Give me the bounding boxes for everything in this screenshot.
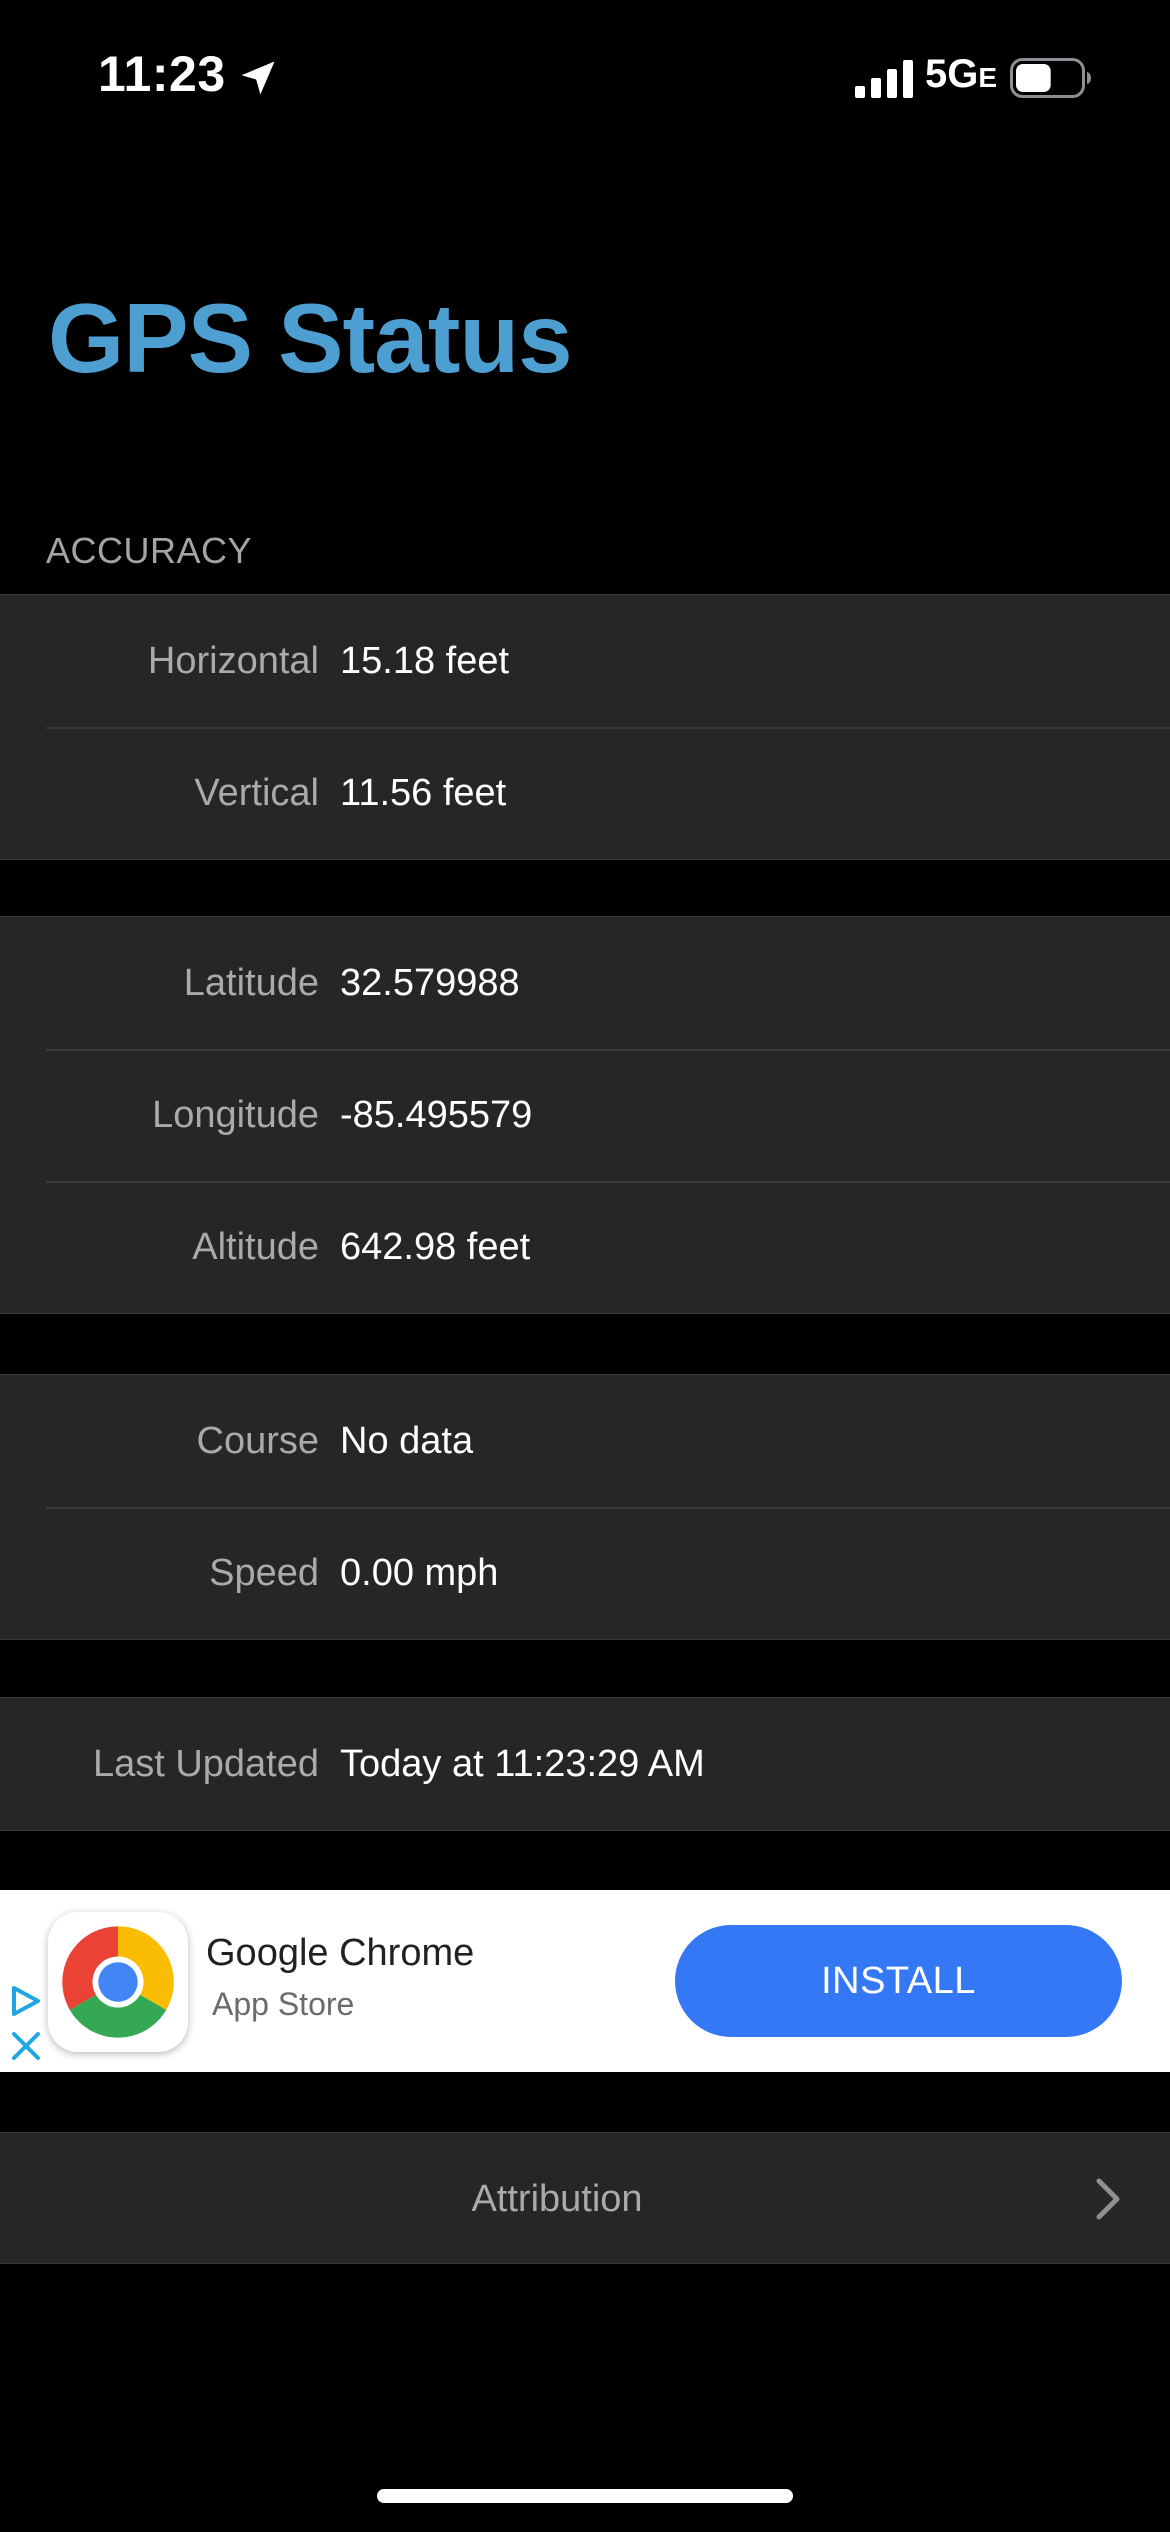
row-label: Horizontal [147, 640, 319, 682]
row-value: No data [340, 1420, 474, 1462]
close-icon[interactable] [8, 2028, 44, 2064]
row-longitude: Longitude -85.495579 [0, 1049, 1170, 1181]
motion-group: Course No data Speed 0.00 mph [0, 1374, 1170, 1640]
row-label: Latitude [183, 962, 319, 1004]
row-value: -85.495579 [340, 1094, 533, 1136]
ad-choices-icon[interactable] [6, 1982, 44, 2020]
row-label: Altitude [192, 1226, 319, 1268]
row-speed: Speed 0.00 mph [0, 1507, 1170, 1639]
row-value: 32.579988 [340, 962, 520, 1004]
battery-icon [1010, 58, 1091, 98]
row-label: Last Updated [92, 1743, 319, 1785]
row-value: 15.18 feet [340, 640, 510, 682]
location-arrow-icon [241, 61, 275, 95]
row-last-updated: Last Updated Today at 11:23:29 AM [0, 1698, 1170, 1830]
ad-banner[interactable]: Google Chrome App Store INSTALL [0, 1890, 1170, 2072]
row-vertical-accuracy: Vertical 11.56 feet [0, 727, 1170, 859]
row-value: 642.98 feet [340, 1226, 531, 1268]
attribution-label: Attribution [471, 2178, 643, 2220]
install-button[interactable]: INSTALL [675, 1925, 1122, 2037]
section-header-accuracy: ACCURACY [46, 530, 253, 571]
network-type: 5GE [925, 52, 997, 97]
attribution-row[interactable]: Attribution [0, 2132, 1170, 2264]
network-suffix: E [978, 62, 998, 93]
row-value: 11.56 feet [340, 772, 507, 814]
cellular-signal-icon [855, 60, 913, 98]
row-label: Vertical [194, 772, 319, 814]
row-label: Longitude [152, 1094, 319, 1136]
page-title: GPS Status [48, 283, 573, 393]
app-icon[interactable] [48, 1912, 188, 2052]
row-value: Today at 11:23:29 AM [340, 1743, 705, 1785]
row-course: Course No data [0, 1375, 1170, 1507]
status-bar: 11:23 5GE [0, 0, 1170, 150]
row-latitude: Latitude 32.579988 [0, 917, 1170, 1049]
ad-app-name[interactable]: Google Chrome [206, 1932, 474, 1975]
ad-store-name: App Store [212, 1986, 355, 2022]
row-altitude: Altitude 642.98 feet [0, 1181, 1170, 1313]
network-label: 5G [925, 52, 979, 96]
row-label: Course [196, 1420, 320, 1462]
chevron-right-icon [1096, 2178, 1120, 2220]
row-value: 0.00 mph [340, 1552, 499, 1594]
home-indicator[interactable] [377, 2489, 793, 2503]
accuracy-group: Horizontal 15.18 feet Vertical 11.56 fee… [0, 594, 1170, 860]
row-horizontal-accuracy: Horizontal 15.18 feet [0, 595, 1170, 727]
row-label: Speed [209, 1552, 319, 1594]
update-group: Last Updated Today at 11:23:29 AM [0, 1697, 1170, 1831]
chrome-logo-icon [62, 1926, 174, 2038]
status-time: 11:23 [98, 46, 226, 102]
position-group: Latitude 32.579988 Longitude -85.495579 … [0, 916, 1170, 1314]
